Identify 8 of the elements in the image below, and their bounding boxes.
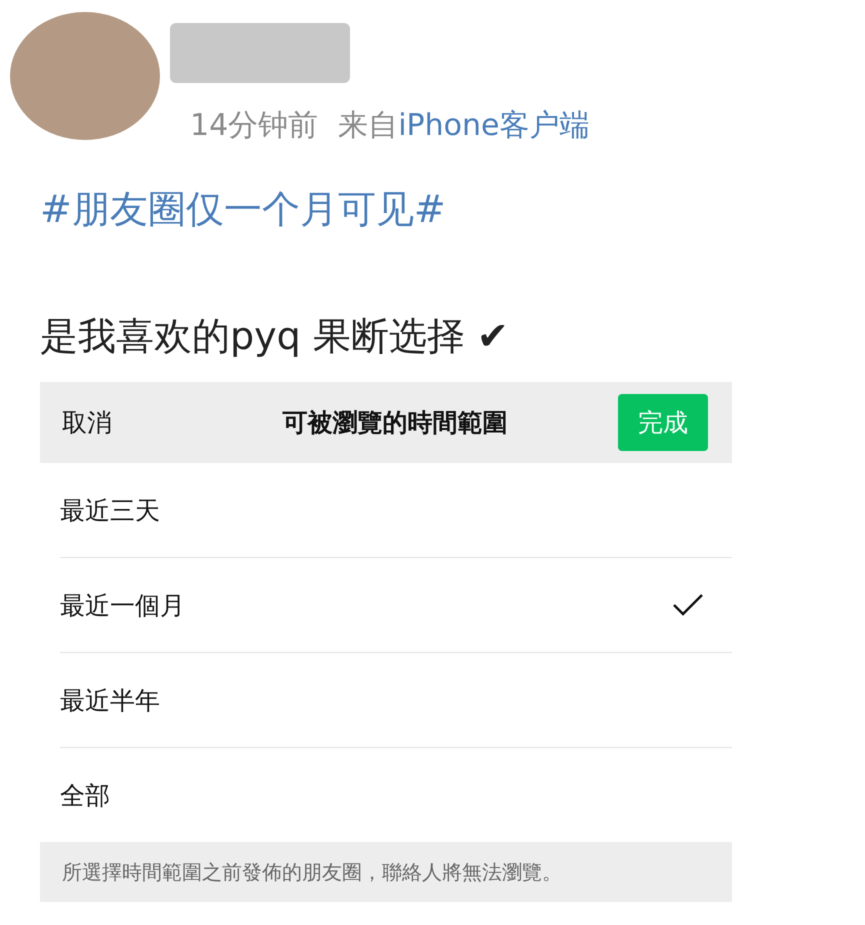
option-label[interactable]: 最近一個月 (60, 588, 185, 622)
option-label[interactable]: 全部 (60, 778, 110, 812)
footnote: 所選擇時間範圍之前發佈的朋友圈，聯絡人將無法瀏覽。 (40, 842, 732, 902)
post-text: 是我喜欢的pyq 果断选择 ✔ (39, 313, 510, 360)
option-label[interactable]: 最近三天 (60, 494, 160, 526)
sheet-title: 可被瀏覽的時間範圍 (282, 407, 508, 439)
option-label[interactable]: 最近半年 (60, 684, 160, 716)
cancel-button[interactable]: 取消 (62, 406, 112, 439)
